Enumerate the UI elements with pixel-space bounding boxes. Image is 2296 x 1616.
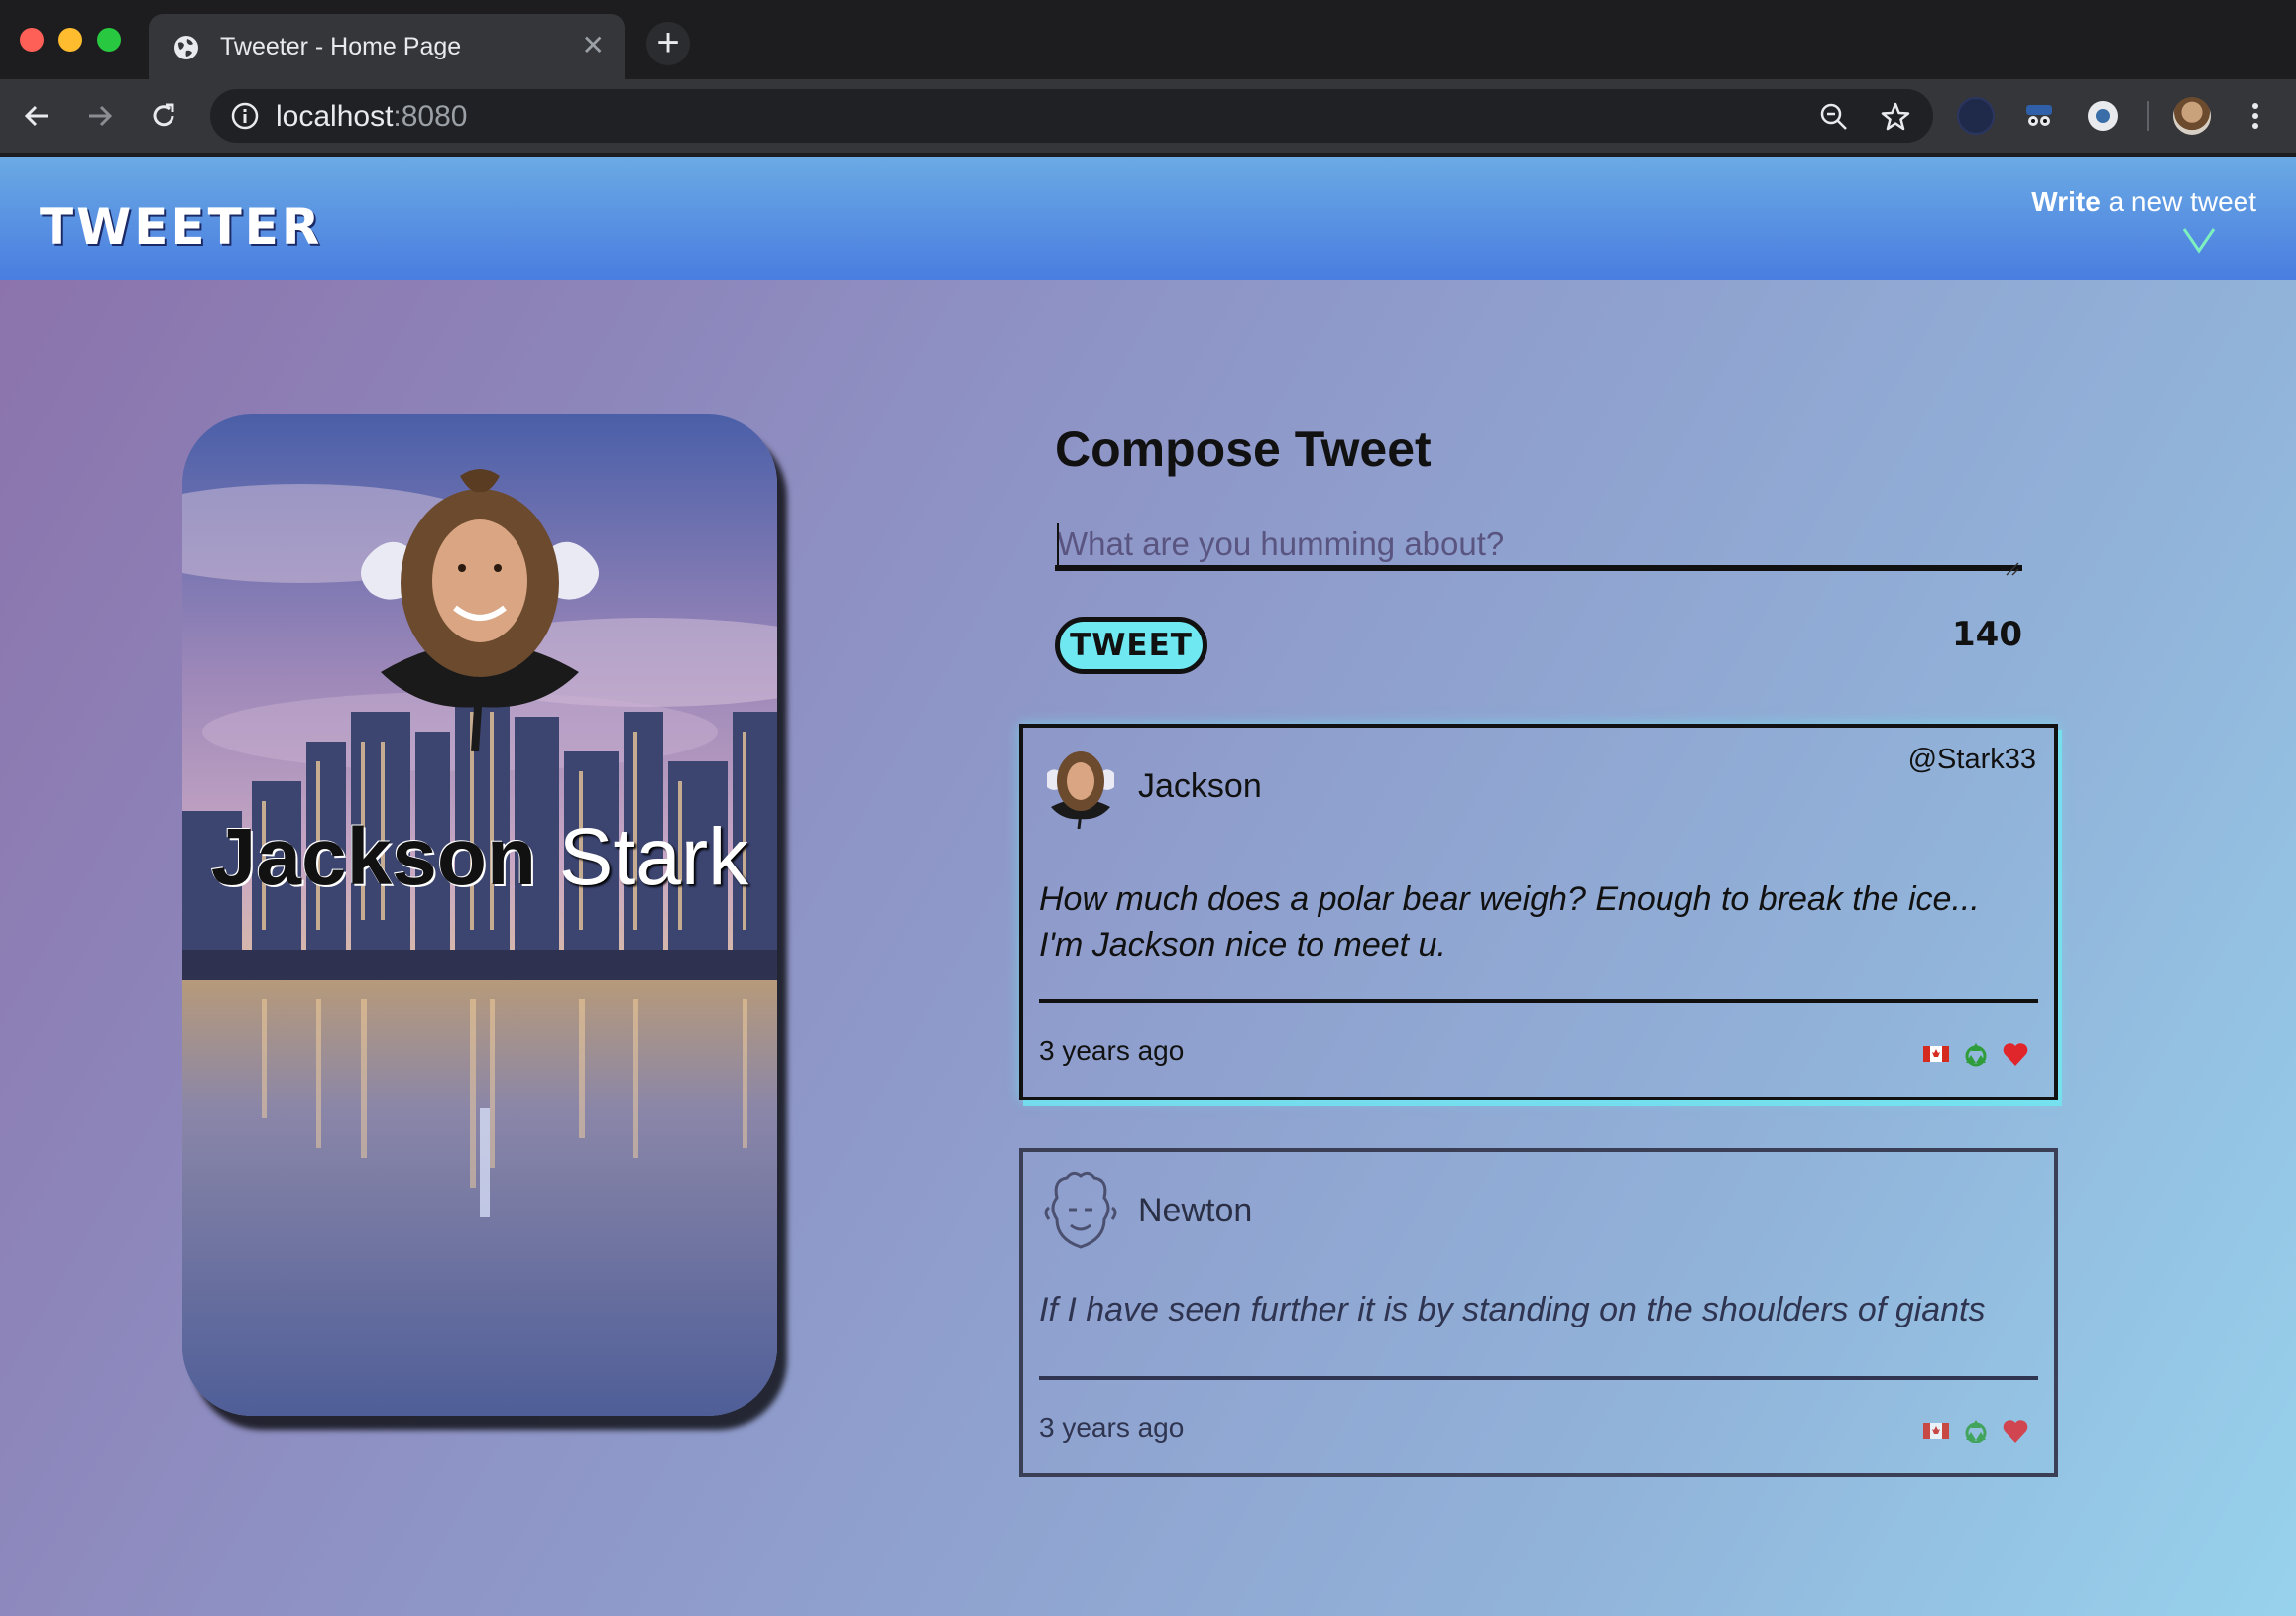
browser-toolbar: localhost:8080 bbox=[0, 79, 2296, 153]
write-new-tweet-button[interactable]: Write a new tweet bbox=[2031, 186, 2256, 218]
tweet-divider bbox=[1039, 1376, 2038, 1380]
top-nav: TWEETER Write a new tweet bbox=[0, 157, 2296, 280]
profile-first-name: Jackson bbox=[210, 812, 536, 902]
heart-icon[interactable] bbox=[2001, 1039, 2030, 1069]
tweet-body: If I have seen further it is by standing… bbox=[1039, 1291, 1986, 1328]
toolbar-divider bbox=[2147, 101, 2149, 131]
forward-icon[interactable] bbox=[79, 95, 121, 137]
extension-dark-icon[interactable] bbox=[1957, 97, 1995, 135]
user-avatar bbox=[1047, 751, 1114, 829]
extension-spy-icon[interactable] bbox=[2020, 97, 2058, 135]
tweet-body: How much does a polar bear weigh? Enough… bbox=[1039, 880, 1980, 964]
minimize-window-button[interactable] bbox=[58, 28, 82, 52]
browser-tab[interactable]: Tweeter - Home Page ✕ bbox=[149, 14, 625, 79]
chevron-down-icon[interactable] bbox=[2181, 226, 2217, 254]
user-avatar bbox=[1044, 1171, 1117, 1249]
profile-avatar[interactable] bbox=[2173, 97, 2211, 135]
write-label-rest: a new tweet bbox=[2100, 186, 2256, 217]
bookmark-star-icon[interactable] bbox=[1880, 101, 1911, 133]
tweet-textarea[interactable]: What are you humming about? bbox=[1055, 525, 2022, 571]
retweet-icon[interactable] bbox=[1961, 1416, 1991, 1445]
retweet-icon[interactable] bbox=[1961, 1039, 1991, 1069]
tab-title: Tweeter - Home Page bbox=[220, 33, 462, 60]
text-caret bbox=[1057, 523, 1059, 565]
reload-icon[interactable] bbox=[143, 95, 184, 137]
brand-logo[interactable]: TWEETER bbox=[40, 198, 322, 256]
write-label-bold: Write bbox=[2031, 186, 2101, 217]
info-icon[interactable] bbox=[230, 101, 260, 131]
tweet-card: Jackson @Stark33 How much does a polar b… bbox=[1019, 724, 2058, 1100]
tweet-card: Newton If I have seen further it is by s… bbox=[1019, 1148, 2058, 1477]
tweet-timestamp: 3 years ago bbox=[1039, 1412, 1185, 1443]
character-counter: 140 bbox=[1952, 615, 2022, 654]
back-icon[interactable] bbox=[16, 95, 57, 137]
flag-icon[interactable] bbox=[1921, 1416, 1951, 1445]
tweet-submit-button[interactable]: TWEET bbox=[1055, 617, 1207, 674]
new-tab-button[interactable]: + bbox=[646, 22, 690, 65]
tweet-author-name[interactable]: Newton bbox=[1138, 1192, 1252, 1230]
page-body: TWEETER Write a new tweet Jackson Stark … bbox=[0, 157, 2296, 1616]
menu-kebab-icon[interactable] bbox=[2235, 95, 2276, 137]
profile-card: Jackson Stark bbox=[182, 414, 777, 1416]
resize-grip-icon[interactable] bbox=[2005, 561, 2020, 577]
profile-avatar-large bbox=[361, 469, 599, 751]
url-text: localhost:8080 bbox=[276, 100, 467, 134]
maximize-window-button[interactable] bbox=[97, 28, 121, 52]
profile-name: Jackson Stark bbox=[182, 811, 777, 904]
compose-title: Compose Tweet bbox=[1055, 421, 1432, 477]
close-window-button[interactable] bbox=[20, 28, 44, 52]
tweet-author-handle[interactable]: @Stark33 bbox=[1908, 744, 2036, 776]
url-host: localhost bbox=[276, 100, 394, 133]
profile-last-name: Stark bbox=[558, 812, 749, 902]
tweet-divider bbox=[1039, 999, 2038, 1003]
extension-ring-icon[interactable] bbox=[2084, 97, 2122, 135]
tweet-timestamp: 3 years ago bbox=[1039, 1035, 1185, 1066]
zoom-icon[interactable] bbox=[1818, 101, 1850, 133]
tweet-actions bbox=[1921, 1416, 2030, 1445]
address-bar[interactable]: localhost:8080 bbox=[210, 89, 1933, 143]
globe-icon bbox=[174, 36, 198, 59]
heart-icon[interactable] bbox=[2001, 1416, 2030, 1445]
flag-icon[interactable] bbox=[1921, 1039, 1951, 1069]
url-port: :8080 bbox=[393, 100, 468, 133]
tweet-author-name[interactable]: Jackson bbox=[1138, 767, 1262, 806]
browser-tab-strip: Tweeter - Home Page ✕ + bbox=[0, 0, 2296, 79]
tweet-actions bbox=[1921, 1039, 2030, 1069]
close-tab-icon[interactable]: ✕ bbox=[582, 32, 605, 59]
